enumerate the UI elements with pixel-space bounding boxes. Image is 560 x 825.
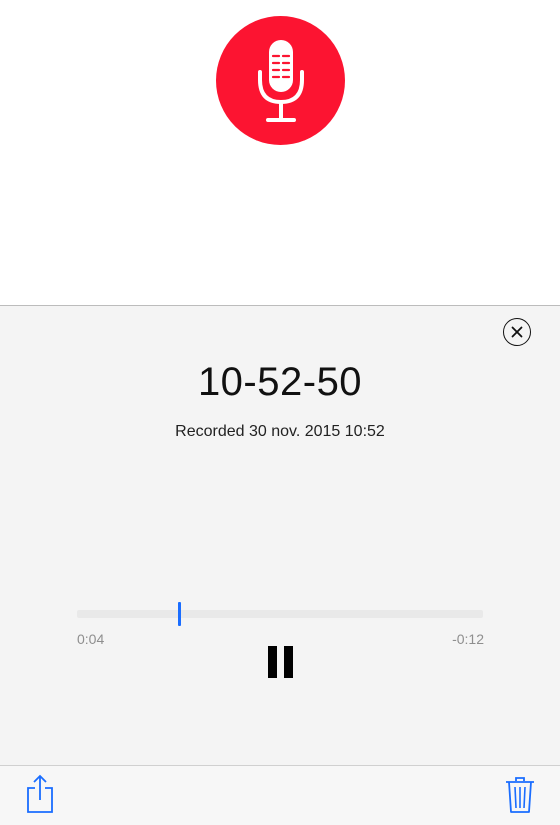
- recording-date: Recorded 30 nov. 2015 10:52: [175, 423, 385, 440]
- share-button[interactable]: [26, 774, 54, 814]
- share-icon: [27, 774, 53, 813]
- trash-icon: [506, 777, 534, 813]
- pause-icon: [264, 646, 296, 678]
- trash-button[interactable]: [505, 776, 535, 814]
- recorder-area: [0, 0, 560, 305]
- close-icon: [511, 326, 523, 338]
- recording-title[interactable]: 10-52-50: [0, 360, 560, 405]
- time-remaining: -0:12: [452, 631, 484, 647]
- pause-button[interactable]: [262, 642, 298, 682]
- bottom-toolbar: [0, 766, 560, 825]
- record-button[interactable]: [216, 16, 345, 145]
- scrubber-handle[interactable]: [177, 602, 181, 626]
- scrubber-track[interactable]: [77, 610, 483, 618]
- microphone-icon: [257, 39, 304, 122]
- time-elapsed: 0:04: [77, 631, 105, 647]
- close-button[interactable]: [503, 318, 531, 346]
